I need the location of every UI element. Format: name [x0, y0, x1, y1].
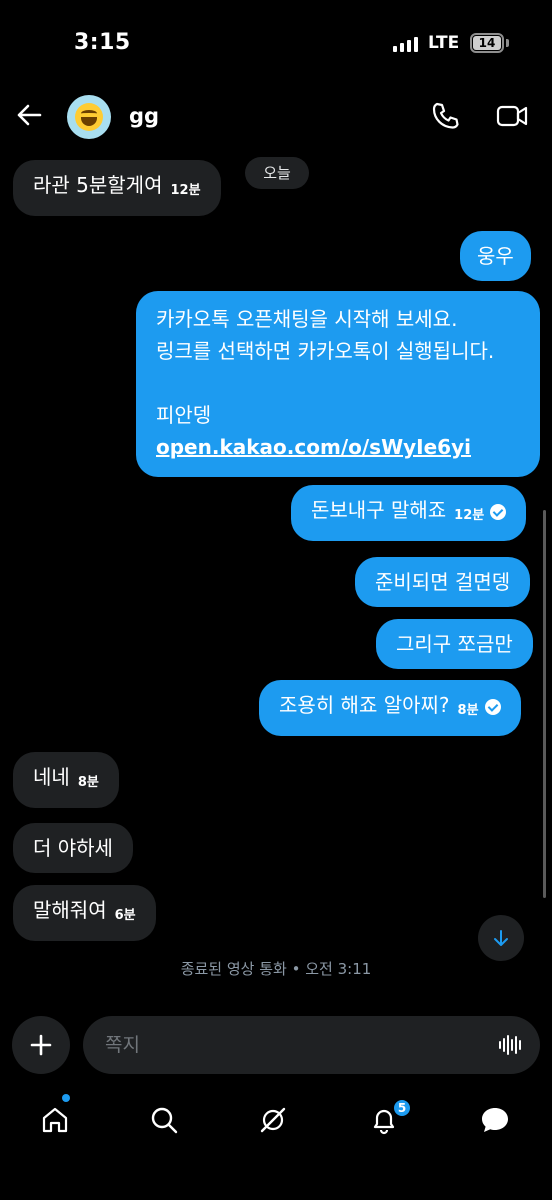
message-line — [156, 367, 520, 399]
add-media-button[interactable] — [12, 1016, 70, 1074]
message-line: 카카오톡 오픈채팅을 시작해 보세요. — [156, 307, 458, 331]
nav-grok[interactable] — [255, 1102, 291, 1138]
message-line: 링크를 선택하면 카카오톡이 실행됩니다. — [156, 339, 495, 363]
message-text: 말해줘여 — [33, 898, 107, 922]
message-bubble-outgoing[interactable]: 준비되면 걸면뎅 — [355, 557, 531, 607]
message-text: 더 야하세 — [33, 836, 113, 860]
arrow-down-icon — [494, 930, 508, 946]
message-input[interactable] — [105, 1030, 485, 1060]
battery-cap — [506, 39, 509, 47]
open-chat-link[interactable]: open.kakao.com/o/sWyIe6yi — [156, 435, 471, 459]
message-text: 준비되면 걸면뎅 — [375, 570, 511, 594]
avatar[interactable] — [67, 95, 111, 139]
message-bubble-incoming[interactable]: 더 야하세 — [13, 823, 133, 873]
call-ended-note: 종료된 영상 통화 • 오전 3:11 — [180, 960, 372, 978]
message-bubble-incoming[interactable]: 라관 5분할게여 12분 — [13, 160, 221, 216]
grinning-face-icon — [75, 103, 103, 131]
message-time: 12분 — [454, 508, 485, 523]
video-call-icon[interactable] — [496, 101, 528, 131]
network-label: LTE — [428, 33, 460, 53]
bottom-nav — [0, 1090, 552, 1150]
phone-icon[interactable] — [430, 101, 460, 131]
grok-slash-icon — [260, 1107, 286, 1133]
battery-icon: 14 — [470, 33, 504, 53]
message-text: 웅우 — [477, 244, 514, 268]
message-time: 8분 — [457, 703, 479, 718]
back-arrow-icon[interactable] — [14, 100, 44, 130]
message-text: 라관 5분할게여 — [33, 173, 163, 197]
message-text: 그리구 쪼금만 — [396, 632, 513, 656]
nav-home[interactable] — [37, 1102, 73, 1138]
message-text: 돈보내구 말해죠 — [311, 498, 447, 522]
plus-icon — [30, 1034, 52, 1056]
read-check-icon — [490, 504, 507, 520]
message-text: 조용히 해죠 알아찌? — [279, 693, 450, 717]
home-unread-dot — [62, 1094, 70, 1102]
scroll-to-bottom-button[interactable] — [478, 915, 524, 961]
date-divider: 오늘 — [245, 157, 309, 189]
message-time: 12분 — [170, 183, 201, 198]
message-bubble-outgoing[interactable]: 웅우 — [460, 231, 531, 281]
nav-messages[interactable] — [477, 1102, 513, 1138]
message-bubble-outgoing[interactable]: 조용히 해죠 알아찌? 8분 — [259, 680, 521, 736]
message-bubble-outgoing[interactable]: 돈보내구 말해죠 12분 — [291, 485, 527, 541]
signal-icon — [393, 36, 418, 52]
home-indicator-area — [0, 1150, 552, 1200]
scrollbar[interactable] — [543, 510, 546, 898]
search-icon — [151, 1107, 178, 1134]
message-time: 8분 — [77, 775, 99, 790]
message-composer — [83, 1016, 540, 1074]
status-time: 3:15 — [74, 30, 131, 55]
notifications-badge: 5 — [392, 1098, 412, 1118]
message-bubble-outgoing[interactable]: 그리구 쪼금만 — [376, 619, 533, 669]
battery-level: 14 — [473, 36, 501, 50]
chat-bubble-icon — [482, 1108, 508, 1132]
message-bubble-outgoing-link[interactable]: 카카오톡 오픈채팅을 시작해 보세요. 링크를 선택하면 카카오톡이 실행됩니다… — [136, 291, 540, 477]
message-bubble-incoming[interactable]: 네네 8분 — [13, 752, 119, 808]
message-time: 6분 — [114, 908, 136, 923]
home-icon — [42, 1107, 68, 1133]
message-text: 네네 — [33, 765, 70, 789]
message-bubble-incoming[interactable]: 말해줘여 6분 — [13, 885, 156, 941]
voice-message-icon[interactable] — [498, 1033, 524, 1057]
read-check-icon — [484, 699, 501, 715]
nav-search[interactable] — [146, 1102, 182, 1138]
message-line: 피안뎅 — [156, 403, 212, 427]
contact-name[interactable]: gg — [129, 104, 159, 128]
